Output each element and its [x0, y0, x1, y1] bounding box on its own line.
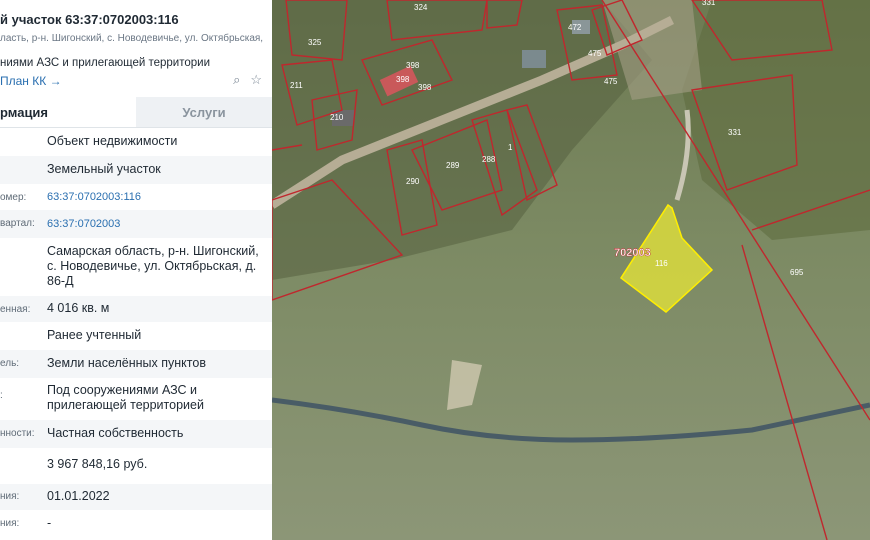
svg-text:475: 475 — [604, 77, 618, 86]
row-area: енная: 4 016 кв. м — [0, 296, 272, 322]
address-line: ласть, р-н. Шигонский, с. Новодевичье, у… — [0, 33, 264, 44]
svg-text:398: 398 — [396, 75, 410, 84]
svg-text:1: 1 — [508, 143, 513, 152]
row-object-type: Объект недвижимости — [47, 134, 178, 148]
panel-actions: ⌕ ☆ — [233, 72, 262, 88]
svg-text:331: 331 — [702, 0, 716, 7]
row-kind: Земельный участок — [0, 156, 272, 184]
block-label: 702003 — [614, 247, 651, 259]
svg-text:290: 290 — [406, 177, 420, 186]
tab-services[interactable]: Услуги — [136, 97, 272, 127]
row-address: Самарская область, р-н. Шигонский, с. Но… — [47, 244, 259, 288]
row-application-date: ния: - — [0, 516, 52, 530]
info-panel: й участок 63:37:0702003:116 ласть, р-н. … — [0, 0, 273, 540]
svg-text:331: 331 — [728, 128, 742, 137]
svg-text:475: 475 — [588, 49, 602, 58]
svg-text:325: 325 — [308, 38, 322, 47]
row-land-category: ель: Земли населённых пунктов — [0, 350, 272, 378]
cadastral-number-link[interactable]: 63:37:0702003:116 — [47, 190, 141, 205]
purpose-line: ниями АЗС и прилегающей территории — [0, 57, 210, 69]
parcel-title: й участок 63:37:0702003:116 — [0, 12, 179, 27]
favorite-star-icon[interactable]: ☆ — [250, 72, 262, 88]
cadastral-block-link[interactable]: 63:37:0702003 — [47, 217, 120, 232]
svg-text:472: 472 — [568, 23, 582, 32]
map-canvas[interactable]: 116 702003 331 324 325 211 210 398 398 4… — [272, 0, 870, 540]
svg-text:695: 695 — [790, 268, 804, 277]
svg-text:288: 288 — [482, 155, 496, 164]
satellite-map[interactable]: 116 702003 331 324 325 211 210 398 398 4… — [272, 0, 870, 540]
row-permitted-use: : Под сооружениями АЗС и прилегающей тер… — [0, 383, 204, 412]
zoom-to-icon[interactable]: ⌕ — [233, 72, 240, 88]
row-cadastral-block: вартал: 63:37:0702003 — [0, 210, 272, 238]
building — [522, 50, 546, 68]
svg-text:210: 210 — [330, 113, 344, 122]
svg-text:324: 324 — [414, 3, 428, 12]
row-valuation-date: ния: 01.01.2022 — [0, 484, 272, 510]
plan-kk-link[interactable]: План КК → — [0, 74, 62, 88]
svg-text:398: 398 — [418, 83, 432, 92]
row-cadastral-value: 3 967 848,16 руб. — [47, 457, 148, 471]
row-ownership: нности: Частная собственность — [0, 420, 272, 448]
svg-text:398: 398 — [406, 61, 420, 70]
tab-information[interactable]: рмация — [0, 97, 136, 127]
selected-parcel-label: 116 — [655, 259, 668, 268]
row-cadastral-number: омер: 63:37:0702003:116 — [0, 190, 141, 205]
panel-tabs: рмация Услуги — [0, 97, 272, 128]
svg-text:289: 289 — [446, 161, 460, 170]
row-status: Ранее учтенный — [47, 328, 142, 342]
svg-text:211: 211 — [290, 81, 303, 90]
